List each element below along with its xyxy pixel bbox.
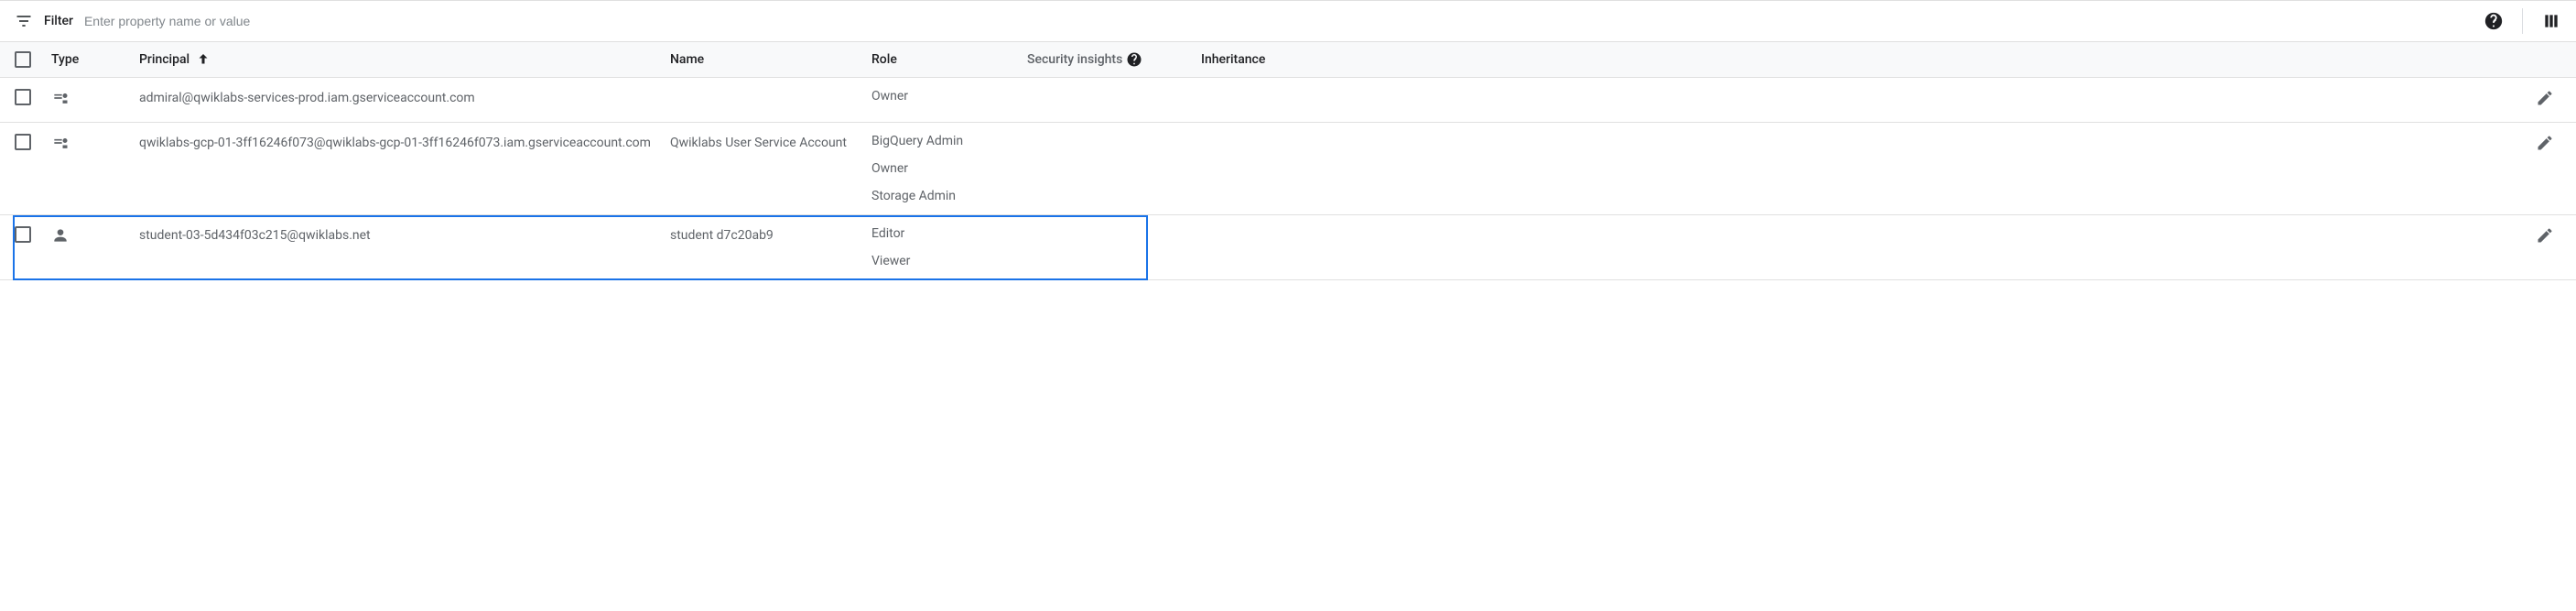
filter-label: Filter [44,14,73,28]
table-row: student-03-5d434f03c215@qwiklabs.net stu… [0,215,2576,280]
sort-ascending-icon[interactable] [195,51,211,68]
edit-icon[interactable] [2536,89,2554,107]
row-checkbox[interactable] [15,89,31,105]
help-icon[interactable] [1126,51,1142,68]
filter-input[interactable] [84,14,2473,28]
role-text: Editor [871,226,910,241]
edit-icon[interactable] [2536,226,2554,245]
header-name[interactable]: Name [670,52,704,67]
role-text: BigQuery Admin [871,134,963,148]
divider [2522,8,2523,34]
role-text: Owner [871,89,908,104]
filter-bar-right [2484,8,2561,34]
select-all-checkbox[interactable] [15,51,31,68]
highlighted-row-wrap: student-03-5d434f03c215@qwiklabs.net stu… [0,215,2576,280]
header-inheritance[interactable]: Inheritance [1201,52,1265,67]
filter-icon [15,12,33,30]
header-type[interactable]: Type [51,52,79,67]
service-account-icon [51,134,70,156]
name-text: student d7c20ab9 [670,226,774,245]
header-role[interactable]: Role [871,52,897,67]
header-security-insights[interactable]: Security insights [1027,52,1122,67]
table-row: admiral@qwiklabs-services-prod.iam.gserv… [0,78,2576,123]
table-row: qwiklabs-gcp-01-3ff16246f073@qwiklabs-gc… [0,123,2576,215]
edit-icon[interactable] [2536,134,2554,152]
row-checkbox[interactable] [15,226,31,243]
name-text: Qwiklabs User Service Account [670,134,847,153]
principal-text: student-03-5d434f03c215@qwiklabs.net [139,226,385,245]
role-text: Storage Admin [871,189,963,203]
principal-text: admiral@qwiklabs-services-prod.iam.gserv… [139,89,490,108]
table-header-row: Type Principal Name Role Security insigh… [0,42,2576,78]
row-checkbox[interactable] [15,134,31,150]
columns-icon[interactable] [2541,12,2561,30]
role-text: Owner [871,161,963,176]
header-principal[interactable]: Principal [139,52,189,67]
service-account-icon [51,89,70,111]
role-text: Viewer [871,254,910,268]
principal-text: qwiklabs-gcp-01-3ff16246f073@qwiklabs-gc… [139,134,666,153]
iam-principals-panel: Filter Type Principal Name Role Security… [0,0,2576,280]
filter-bar: Filter [0,0,2576,42]
help-icon[interactable] [2484,11,2504,31]
user-icon [51,226,70,248]
